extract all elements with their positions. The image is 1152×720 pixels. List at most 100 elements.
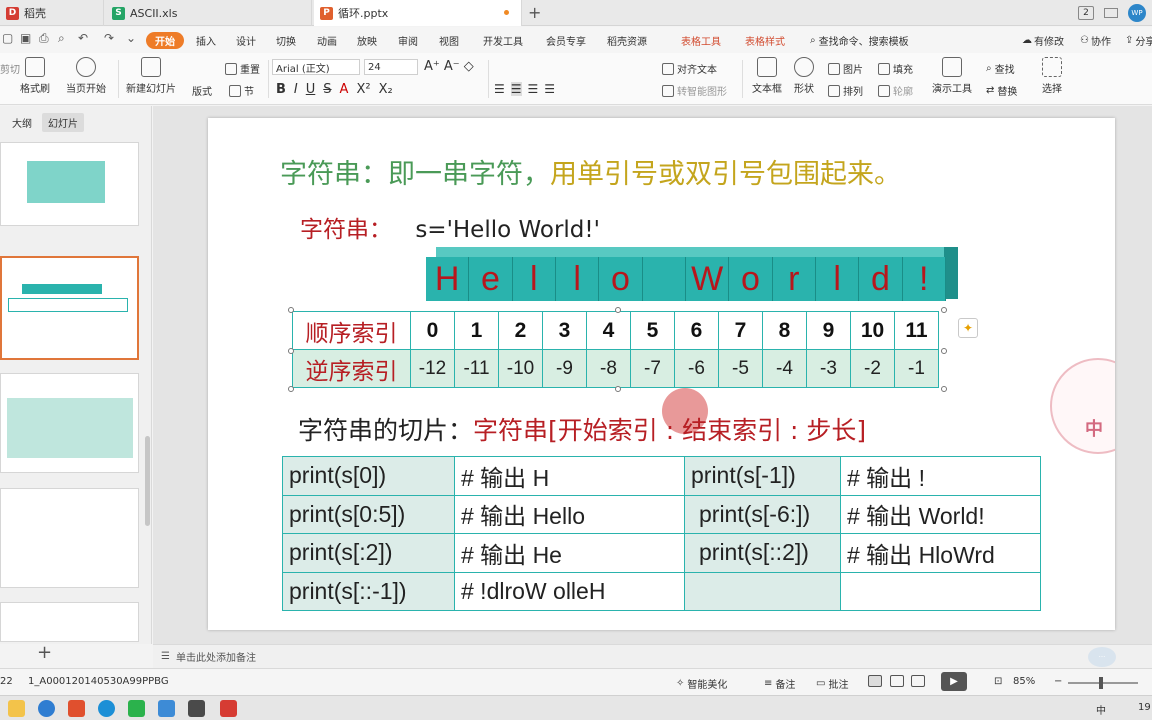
align-text-button[interactable]: 对齐文本 xyxy=(662,61,717,76)
selection-handle[interactable] xyxy=(615,386,621,392)
tab-member[interactable]: 会员专享 xyxy=(546,32,586,49)
slideshow-tool-button[interactable]: 演示工具 xyxy=(932,57,972,95)
fill-button[interactable]: 填充 xyxy=(878,61,913,76)
normal-view-icon[interactable] xyxy=(868,675,882,687)
edge-icon[interactable] xyxy=(98,700,115,717)
tab-transition[interactable]: 切换 xyxy=(276,32,296,49)
tab-table-style[interactable]: 表格样式 xyxy=(745,32,785,49)
strike-icon[interactable]: S xyxy=(323,82,331,97)
cut-button[interactable]: 剪切 xyxy=(0,61,20,76)
notes-toggle[interactable]: ≡ 备注 xyxy=(764,676,795,691)
tab-outline[interactable]: 大纲 xyxy=(6,113,38,132)
tab-review[interactable]: 审阅 xyxy=(398,32,418,49)
add-slide-icon[interactable]: + xyxy=(37,642,52,663)
ime-indicator[interactable]: 中 xyxy=(1096,702,1106,717)
grid-view-icon[interactable] xyxy=(890,675,904,687)
window-count-badge[interactable]: 2 xyxy=(1078,6,1094,20)
new-slide-button[interactable]: 新建幻灯片 xyxy=(126,57,176,95)
slide-canvas[interactable]: 字符串：即一串字符，用单引号或双引号包围起来。 字符串： s='Hello Wo… xyxy=(208,118,1115,630)
reading-view-icon[interactable] xyxy=(911,675,925,687)
browser-icon[interactable] xyxy=(38,700,55,717)
lightbulb-icon[interactable]: ✦ xyxy=(958,318,978,338)
select-button[interactable]: 选择 xyxy=(1042,57,1062,95)
align-left-icon[interactable]: ☰ xyxy=(494,82,505,96)
slide-thumbnail[interactable] xyxy=(0,488,139,588)
floating-bubble-icon[interactable]: ··· xyxy=(1088,647,1116,667)
has-changes[interactable]: ☁ 有修改 xyxy=(1022,32,1064,49)
chevron-down-icon[interactable]: ⌄ xyxy=(126,31,136,45)
reset-button[interactable]: 重置 xyxy=(225,61,260,76)
bold-icon[interactable]: B xyxy=(276,82,286,97)
panel-scrollbar[interactable] xyxy=(145,436,150,526)
collab-button[interactable]: ⚇ 协作 xyxy=(1080,32,1111,49)
tab-insert[interactable]: 插入 xyxy=(196,32,216,49)
char-box-row[interactable]: He l l o Wo r l d! xyxy=(426,257,946,301)
arrange-button[interactable]: 排列 xyxy=(828,83,863,98)
tab-dev-tools[interactable]: 开发工具 xyxy=(483,32,523,49)
tab-start[interactable]: 开始 xyxy=(146,32,184,49)
tab-slideshow[interactable]: 放映 xyxy=(357,32,377,49)
wps-icon[interactable] xyxy=(220,700,237,717)
beautify-button[interactable]: ✧ 智能美化 xyxy=(676,676,727,691)
selection-handle[interactable] xyxy=(288,348,294,354)
play-slideshow-button[interactable]: ▶ xyxy=(941,672,967,691)
align-center-icon[interactable]: ☰ xyxy=(510,82,522,96)
print-icon[interactable]: ⎙ xyxy=(39,31,49,46)
format-painter-button[interactable]: 格式刷 xyxy=(20,57,50,95)
search-command[interactable]: ⌕ 查找命令、搜索模板 xyxy=(810,32,909,49)
replace-button[interactable]: ⇄ 替换 xyxy=(986,83,1017,98)
zoom-level[interactable]: 85% xyxy=(1013,676,1035,687)
selection-handle[interactable] xyxy=(941,307,947,313)
textbox-button[interactable]: 文本框 xyxy=(752,57,782,95)
picture-button[interactable]: 图片 xyxy=(828,61,863,76)
outline-button[interactable]: 轮廓 xyxy=(878,83,913,98)
tab-view[interactable]: 视图 xyxy=(439,32,459,49)
selection-handle[interactable] xyxy=(288,307,294,313)
slide-thumbnail-selected[interactable] xyxy=(0,256,139,360)
terminal-icon[interactable] xyxy=(188,700,205,717)
zoom-out-icon[interactable]: − xyxy=(1054,676,1062,687)
selection-handle[interactable] xyxy=(941,386,947,392)
shape-button[interactable]: 形状 xyxy=(794,57,814,95)
layout-icon[interactable] xyxy=(1104,8,1118,18)
layout-button[interactable]: 版式 xyxy=(192,83,212,98)
selection-handle[interactable] xyxy=(288,386,294,392)
slide-thumbnail[interactable] xyxy=(0,373,139,473)
notes-pane[interactable]: ☰ 单击此处添加备注 ··· xyxy=(153,644,1152,668)
section-button[interactable]: 节 xyxy=(229,83,254,98)
new-tab-icon[interactable]: + xyxy=(528,3,541,22)
zoom-slider[interactable] xyxy=(1068,682,1138,684)
share-button[interactable]: ⇪ 分享 xyxy=(1125,32,1152,49)
file-explorer-icon[interactable] xyxy=(8,700,25,717)
zoom-slider-knob[interactable] xyxy=(1099,677,1103,689)
wechat-icon[interactable] xyxy=(128,700,145,717)
string-definition[interactable]: 字符串： s='Hello World!' xyxy=(300,210,600,244)
superscript-icon[interactable]: X² xyxy=(356,82,370,97)
save-icon[interactable]: ▣ xyxy=(20,31,31,45)
preview-icon[interactable]: ⌕ xyxy=(58,31,65,46)
slide-title[interactable]: 字符串：即一串字符，用单引号或双引号包围起来。 xyxy=(280,152,901,191)
tab-xunhuan-pptx[interactable]: P 循环.pptx xyxy=(314,0,522,26)
slide-thumbnail[interactable] xyxy=(0,142,139,226)
italic-icon[interactable]: I xyxy=(294,82,298,97)
subscript-icon[interactable]: X₂ xyxy=(379,82,393,97)
tab-table-tools[interactable]: 表格工具 xyxy=(681,32,721,49)
index-table[interactable]: 顺序索引 0 1 2 3 4 5 6 7 8 9 10 11 逆序索引 -12 … xyxy=(292,311,939,388)
underline-icon[interactable]: U xyxy=(306,82,316,97)
justify-icon[interactable]: ☰ xyxy=(544,82,555,96)
align-right-icon[interactable]: ☰ xyxy=(528,82,539,96)
comments-toggle[interactable]: ▭ 批注 xyxy=(816,676,848,691)
office-icon[interactable] xyxy=(68,700,85,717)
selection-handle[interactable] xyxy=(941,348,947,354)
font-color-icon[interactable]: A xyxy=(340,82,349,97)
slide-thumbnail[interactable] xyxy=(0,602,139,642)
selection-handle[interactable] xyxy=(615,307,621,313)
from-current-button[interactable]: 当页开始 xyxy=(66,57,106,95)
tab-slides[interactable]: 幻灯片 xyxy=(42,113,84,132)
tab-ascii-xls[interactable]: S ASCII.xls xyxy=(106,0,312,26)
slice-syntax-line[interactable]: 字符串的切片：字符串[开始索引 : 结束索引 : 步长] xyxy=(298,411,866,447)
tab-design[interactable]: 设计 xyxy=(236,32,256,49)
avatar[interactable]: WP xyxy=(1128,4,1146,22)
app-icon[interactable] xyxy=(158,700,175,717)
tab-daoke[interactable]: D 稻壳 xyxy=(0,0,104,26)
